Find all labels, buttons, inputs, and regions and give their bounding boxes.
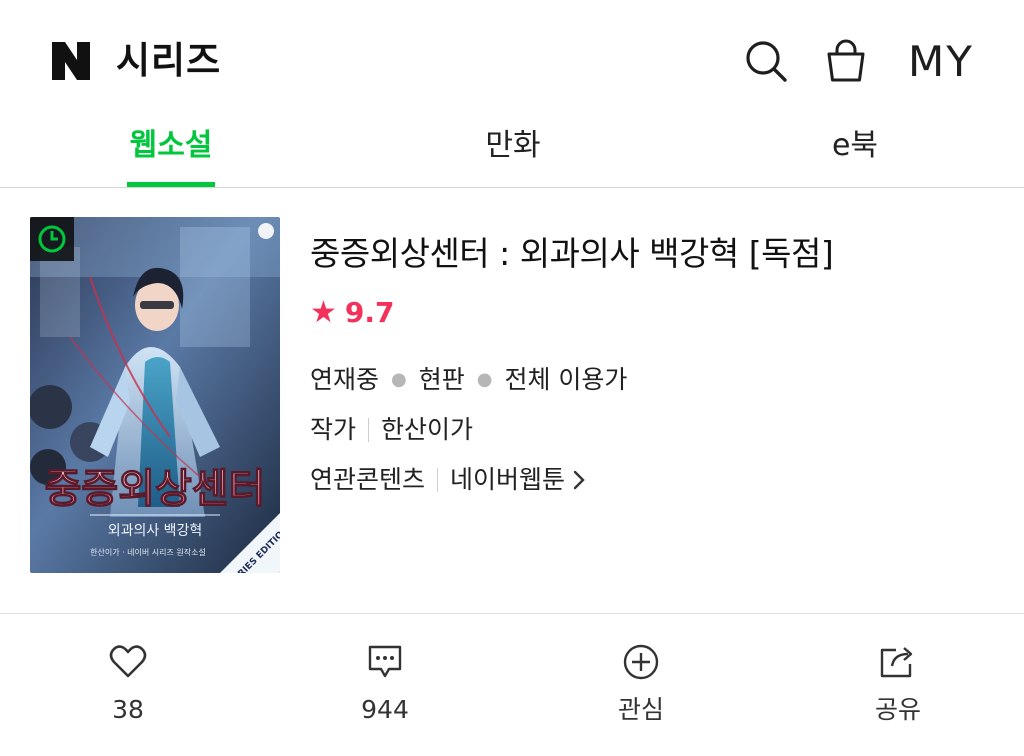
related-row: 연관콘텐츠 네이버웹툰 <box>310 458 1010 502</box>
work-info: 중증외상센터 : 외과의사 백강혁 [독점] ★ 9.7 연재중 ● 현판 ● … <box>310 226 1010 502</box>
tab-label: e북 <box>831 128 879 163</box>
tab-webnovel[interactable]: 웹소설 <box>120 118 222 187</box>
naver-n-logo-icon <box>52 42 90 80</box>
related-label: 연관콘텐츠 <box>310 465 426 494</box>
shopping-bag-icon <box>827 39 865 82</box>
share-button[interactable]: 공유 <box>833 640 963 740</box>
heart-icon <box>109 645 147 678</box>
age-rating: 전체 이용가 <box>504 365 628 394</box>
meta-separator: ● <box>391 369 407 390</box>
cover-image: 중증외상센터 외과의사 백강혁 한산이가 · 네이버 시리즈 원작소설 SERI… <box>30 217 280 573</box>
like-count: 38 <box>112 695 144 724</box>
favorite-label: 관심 <box>617 695 664 724</box>
genre: 현판 <box>418 365 465 394</box>
cover-credit-art: 한산이가 · 네이버 시리즈 원작소설 <box>90 547 206 557</box>
tab-ebook[interactable]: e북 <box>804 118 906 187</box>
tab-label: 만화 <box>485 128 541 163</box>
comment-icon <box>368 645 402 678</box>
author-label: 작가 <box>310 415 357 444</box>
share-icon <box>880 647 913 678</box>
like-button[interactable]: 38 <box>63 640 193 740</box>
series-logo[interactable]: 시리즈 <box>50 40 221 82</box>
cart-button[interactable] <box>822 34 870 88</box>
chevron-right-icon <box>573 470 585 490</box>
cover-subtitle-art: 외과의사 백강혁 <box>108 523 203 539</box>
app-header: 시리즈 MY <box>0 0 1024 120</box>
category-tabs: 웹소설 만화 e북 <box>0 118 1024 188</box>
tab-manga[interactable]: 만화 <box>462 118 564 187</box>
related-content-link[interactable]: 네이버웹툰 <box>450 458 585 502</box>
book-cover[interactable]: 중증외상센터 외과의사 백강혁 한산이가 · 네이버 시리즈 원작소설 SERI… <box>30 217 280 573</box>
share-label: 공유 <box>874 695 921 724</box>
comment-count: 944 <box>361 695 409 724</box>
comment-button[interactable]: 944 <box>320 640 450 740</box>
rating-value: 9.7 <box>344 296 395 329</box>
related-value: 네이버웹툰 <box>450 465 566 494</box>
vertical-divider <box>368 418 370 442</box>
rating: ★ 9.7 <box>310 294 1010 332</box>
serial-status: 연재중 <box>310 365 380 394</box>
work-title: 중증외상센터 : 외과의사 백강혁 [독점] <box>310 234 834 273</box>
tab-label: 웹소설 <box>129 128 213 163</box>
my-page-button[interactable]: MY <box>902 34 980 88</box>
app-name: 시리즈 <box>116 39 222 82</box>
action-bar: 38 944 관심 공유 <box>0 614 1024 756</box>
favorite-button[interactable]: 관심 <box>576 640 706 740</box>
search-button[interactable] <box>742 34 790 88</box>
work-meta: 연재중 ● 현판 ● 전체 이용가 <box>310 358 1010 402</box>
meta-separator: ● <box>476 369 493 390</box>
author-name[interactable]: 한산이가 <box>381 408 473 452</box>
author-row: 작가 한산이가 <box>310 408 1010 452</box>
search-icon <box>746 41 787 82</box>
star-icon: ★ <box>310 295 337 330</box>
plus-circle-icon <box>623 644 659 680</box>
vertical-divider <box>437 468 439 492</box>
cover-title-art: 중증외상센터 <box>45 465 266 512</box>
